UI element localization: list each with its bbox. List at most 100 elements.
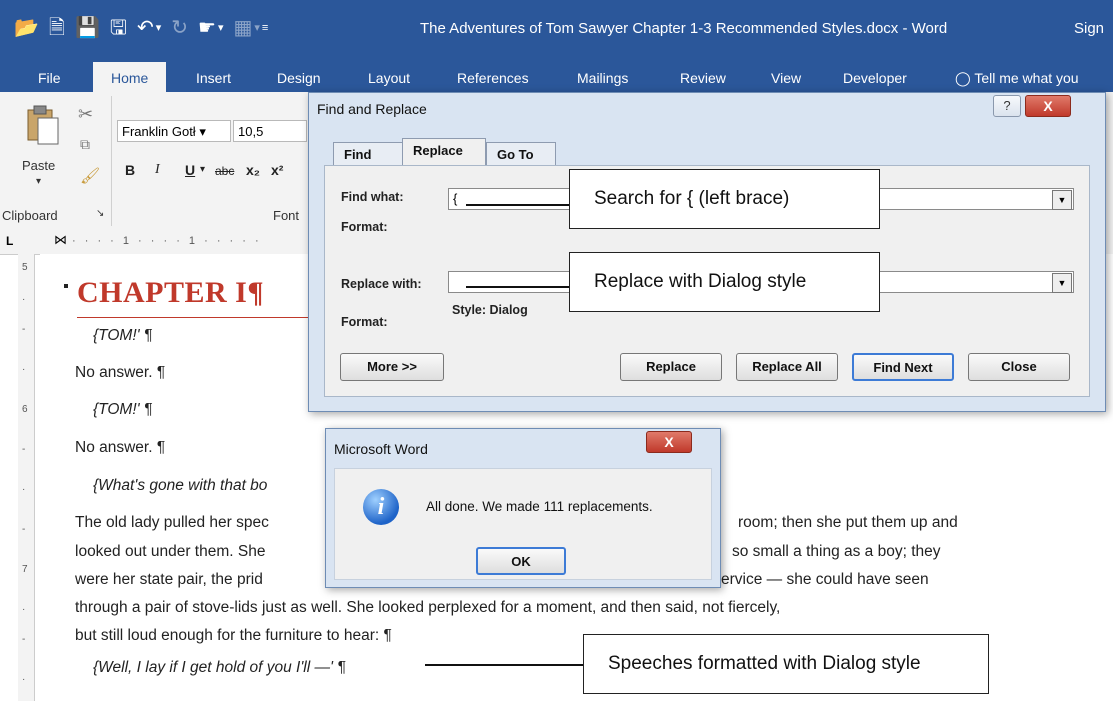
- tell-me-search[interactable]: ◯ Tell me what you: [955, 70, 1079, 87]
- clipboard-launcher-icon[interactable]: ↘: [96, 208, 104, 219]
- ruler-ticks: · · · · 1 · · · · 1 · · · · ·: [72, 235, 262, 247]
- tab-goto[interactable]: Go To: [486, 142, 556, 166]
- font-name-combo[interactable]: Franklin Gotł ▾: [117, 120, 231, 142]
- font-size-combo[interactable]: 10,5: [233, 120, 307, 142]
- paste-icon[interactable]: [24, 102, 60, 150]
- tab-view[interactable]: View: [771, 70, 801, 86]
- cut-icon[interactable]: ✂: [78, 104, 93, 125]
- paste-dropdown-icon[interactable]: ▾: [36, 176, 41, 187]
- undo-dropdown-icon[interactable]: ▾: [156, 18, 162, 38]
- underline-button[interactable]: U: [185, 162, 195, 178]
- touch-dropdown-icon[interactable]: ▾: [218, 18, 224, 38]
- replace-with-label: Replace with:: [341, 277, 422, 291]
- tab-find[interactable]: Find: [333, 142, 403, 166]
- body-line-tail: ervice — she could have seen: [721, 571, 929, 588]
- close-button[interactable]: Close: [968, 353, 1070, 381]
- tab-design[interactable]: Design: [277, 70, 321, 86]
- body-line-tail: so small a thing as a boy; they: [732, 543, 941, 560]
- close-icon[interactable]: X: [1025, 95, 1071, 117]
- chapter-heading: CHAPTER I¶: [77, 276, 265, 309]
- close-icon[interactable]: X: [646, 431, 692, 453]
- format-painter-icon[interactable]: 🖌: [80, 166, 100, 186]
- tab-mailings[interactable]: Mailings: [577, 70, 628, 86]
- find-next-button[interactable]: Find Next: [852, 353, 954, 381]
- font-name-value: Franklin Gotł: [122, 124, 196, 139]
- ok-button[interactable]: OK: [476, 547, 566, 575]
- subscript-button[interactable]: x₂: [246, 162, 260, 178]
- tab-references[interactable]: References: [457, 70, 529, 86]
- table-dropdown-icon[interactable]: ▾: [254, 18, 260, 38]
- paste-button-label[interactable]: Paste: [22, 158, 55, 173]
- search-callout-line: [466, 204, 570, 206]
- dialog-paragraph: {What's gone with that bo: [93, 477, 268, 494]
- replace-format-value: Style: Dialog: [452, 303, 528, 317]
- title-bar: 📂 🗎 💾 🖫 ↶ ▾ ↻ ☛ ▾ ▦ ▾ ≡ The Adventures o…: [0, 0, 1113, 64]
- superscript-button[interactable]: x²: [271, 162, 283, 178]
- find-dropdown-icon[interactable]: ▼: [1052, 190, 1072, 210]
- message-text: All done. We made 111 replacements.: [426, 499, 653, 514]
- undo-icon[interactable]: ↶: [137, 18, 154, 38]
- ribbon-tabs: File Home Insert Design Layout Reference…: [0, 62, 1113, 92]
- customize-icon[interactable]: ≡: [262, 18, 268, 38]
- italic-button[interactable]: I: [155, 162, 160, 178]
- body-line-tail: room; then she put them up and: [738, 514, 958, 531]
- info-icon: i: [363, 489, 399, 525]
- find-format-label: Format:: [341, 220, 388, 234]
- body-line: but still loud enough for the furniture …: [75, 627, 392, 644]
- search-callout: Search for { (left brace): [569, 169, 880, 229]
- vertical-ruler: 5 · - · 6 - · - 7 · - ·: [18, 254, 35, 701]
- help-button[interactable]: ?: [993, 95, 1021, 117]
- message-box-title: Microsoft Word: [334, 441, 428, 457]
- sign-in-link[interactable]: Sign: [1074, 20, 1104, 37]
- replace-callout-line: [466, 286, 570, 288]
- body-paragraph: No answer. ¶: [75, 364, 166, 381]
- tab-insert[interactable]: Insert: [196, 70, 231, 86]
- tab-file[interactable]: File: [38, 70, 61, 86]
- replace-callout: Replace with Dialog style: [569, 252, 880, 312]
- find-what-label: Find what:: [341, 190, 404, 204]
- dialog-paragraph: {TOM!' ¶: [93, 327, 153, 344]
- folder-icon[interactable]: 📂: [14, 18, 39, 38]
- chevron-down-icon: ▾: [199, 124, 206, 139]
- strikethrough-button[interactable]: abc: [215, 164, 234, 178]
- replace-dropdown-icon[interactable]: ▼: [1052, 273, 1072, 293]
- group-divider: [111, 96, 112, 226]
- font-size-value: 10,5: [238, 124, 264, 139]
- tab-layout[interactable]: Layout: [368, 70, 410, 86]
- dialog-title: Find and Replace: [317, 101, 427, 117]
- indent-marker-icon[interactable]: ⋈: [54, 232, 67, 248]
- new-document-icon[interactable]: 🗎: [49, 18, 65, 38]
- replace-format-label: Format:: [341, 315, 388, 329]
- underline-dropdown-icon[interactable]: ▾: [200, 164, 205, 175]
- body-paragraph: No answer. ¶: [75, 439, 166, 456]
- tab-replace[interactable]: Replace: [402, 138, 486, 166]
- body-line: looked out under them. She: [75, 543, 266, 560]
- replace-button[interactable]: Replace: [620, 353, 722, 381]
- redo-icon[interactable]: ↻: [171, 18, 188, 38]
- replace-all-button[interactable]: Replace All: [736, 353, 838, 381]
- tab-home[interactable]: Home: [93, 62, 167, 92]
- bold-button[interactable]: B: [125, 162, 135, 178]
- tab-developer[interactable]: Developer: [843, 70, 907, 86]
- paragraph-mark-bullet: [64, 284, 68, 288]
- clipboard-group-label: Clipboard: [2, 208, 58, 223]
- body-line: through a pair of stove-lids just as wel…: [75, 599, 781, 616]
- body-line: The old lady pulled her spec: [75, 514, 269, 531]
- tab-selector-icon[interactable]: L: [6, 234, 13, 248]
- touch-mode-icon[interactable]: ☛: [198, 18, 216, 38]
- save-as-icon[interactable]: 🖫: [110, 18, 127, 38]
- dialog-paragraph: {TOM!' ¶: [93, 401, 153, 418]
- speeches-callout: Speeches formatted with Dialog style: [583, 634, 989, 694]
- dialog-paragraph: {Well, I lay if I get hold of you I'll —…: [93, 659, 346, 676]
- lightbulb-icon: ◯: [955, 70, 971, 86]
- window-title: The Adventures of Tom Sawyer Chapter 1-3…: [420, 20, 948, 37]
- copy-icon[interactable]: ⧉: [80, 136, 90, 153]
- table-icon[interactable]: ▦: [233, 18, 252, 38]
- heading-underline: [77, 317, 317, 318]
- tab-review[interactable]: Review: [680, 70, 726, 86]
- body-line: were her state pair, the prid: [75, 571, 263, 588]
- more-button[interactable]: More >>: [340, 353, 444, 381]
- quick-access-toolbar: 📂 🗎 💾 🖫 ↶ ▾ ↻ ☛ ▾ ▦ ▾ ≡: [14, 18, 268, 38]
- save-icon[interactable]: 💾: [75, 18, 100, 38]
- speeches-callout-line: [425, 664, 585, 666]
